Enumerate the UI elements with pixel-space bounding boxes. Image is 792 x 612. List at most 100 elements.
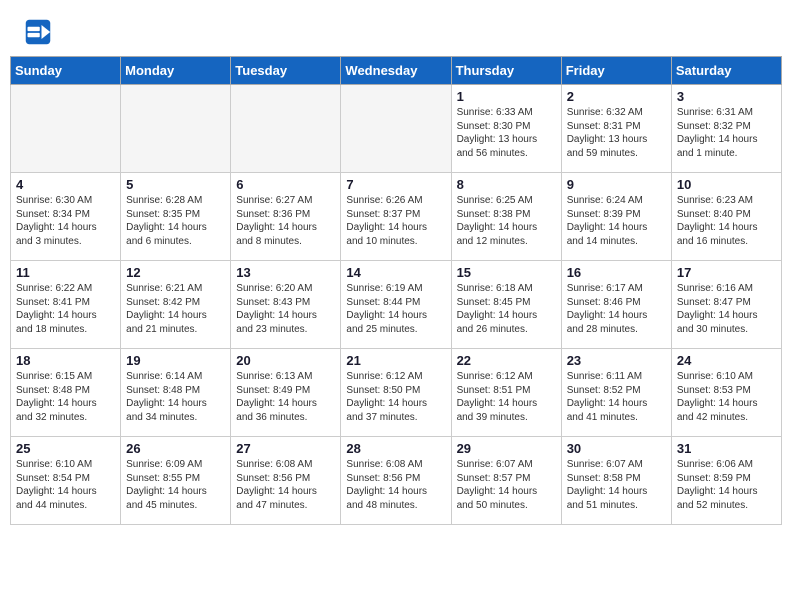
day-info: Sunrise: 6:21 AM Sunset: 8:42 PM Dayligh… (126, 282, 225, 336)
day-info: Sunrise: 6:33 AM Sunset: 8:30 PM Dayligh… (457, 106, 556, 160)
day-info: Sunrise: 6:12 AM Sunset: 8:51 PM Dayligh… (457, 370, 556, 424)
calendar-cell (341, 85, 451, 173)
day-info: Sunrise: 6:14 AM Sunset: 8:48 PM Dayligh… (126, 370, 225, 424)
weekday-header: Monday (121, 57, 231, 85)
calendar-cell: 2Sunrise: 6:32 AM Sunset: 8:31 PM Daylig… (561, 85, 671, 173)
calendar-cell: 14Sunrise: 6:19 AM Sunset: 8:44 PM Dayli… (341, 261, 451, 349)
calendar-cell (11, 85, 121, 173)
weekday-header: Tuesday (231, 57, 341, 85)
day-info: Sunrise: 6:08 AM Sunset: 8:56 PM Dayligh… (236, 458, 335, 512)
calendar-cell: 6 Sunrise: 6:27 AM Sunset: 8:36 PM Daylig… (231, 173, 341, 261)
day-number: 30 (567, 441, 666, 456)
day-info: Sunrise: 6:30 AM Sunset: 8:34 PM Dayligh… (16, 194, 115, 248)
calendar-cell: 29 Sunrise: 6:07 AM Sunset: 8:57 PM Dayli… (451, 437, 561, 525)
day-info: Sunrise: 6:27 AM Sunset: 8:36 PM Dayligh… (236, 194, 335, 248)
calendar-cell: 19 Sunrise: 6:14 AM Sunset: 8:48 PM Dayli… (121, 349, 231, 437)
day-number: 21 (346, 353, 445, 368)
calendar-cell: 12Sunrise: 6:21 AM Sunset: 8:42 PM Dayli… (121, 261, 231, 349)
logo-icon (24, 18, 52, 46)
weekday-header: Thursday (451, 57, 561, 85)
day-number: 1 (457, 89, 556, 104)
day-info: Sunrise: 6:22 AM Sunset: 8:41 PM Dayligh… (16, 282, 115, 336)
calendar-cell: 23Sunrise: 6:11 AM Sunset: 8:52 PM Dayli… (561, 349, 671, 437)
day-info: Sunrise: 6:17 AM Sunset: 8:46 PM Dayligh… (567, 282, 666, 336)
day-number: 4 (16, 177, 115, 192)
calendar-cell: 18 Sunrise: 6:15 AM Sunset: 8:48 PM Dayli… (11, 349, 121, 437)
calendar-cell: 5Sunrise: 6:28 AM Sunset: 8:35 PM Daylig… (121, 173, 231, 261)
calendar-cell: 22 Sunrise: 6:12 AM Sunset: 8:51 PM Dayli… (451, 349, 561, 437)
day-number: 15 (457, 265, 556, 280)
calendar-body: 1 Sunrise: 6:33 AM Sunset: 8:30 PM Daylig… (11, 85, 782, 525)
day-info: Sunrise: 6:10 AM Sunset: 8:53 PM Dayligh… (677, 370, 776, 424)
day-info: Sunrise: 6:10 AM Sunset: 8:54 PM Dayligh… (16, 458, 115, 512)
calendar-cell: 1 Sunrise: 6:33 AM Sunset: 8:30 PM Daylig… (451, 85, 561, 173)
calendar-cell (121, 85, 231, 173)
day-info: Sunrise: 6:07 AM Sunset: 8:57 PM Dayligh… (457, 458, 556, 512)
calendar-cell: 4 Sunrise: 6:30 AM Sunset: 8:34 PM Daylig… (11, 173, 121, 261)
weekday-header: Saturday (671, 57, 781, 85)
day-number: 8 (457, 177, 556, 192)
weekday-header: Wednesday (341, 57, 451, 85)
day-info: Sunrise: 6:13 AM Sunset: 8:49 PM Dayligh… (236, 370, 335, 424)
page-header (0, 0, 792, 56)
day-number: 24 (677, 353, 776, 368)
calendar-cell: 16 Sunrise: 6:17 AM Sunset: 8:46 PM Dayli… (561, 261, 671, 349)
day-info: Sunrise: 6:07 AM Sunset: 8:58 PM Dayligh… (567, 458, 666, 512)
calendar-cell: 25 Sunrise: 6:10 AM Sunset: 8:54 PM Dayli… (11, 437, 121, 525)
day-number: 17 (677, 265, 776, 280)
day-info: Sunrise: 6:16 AM Sunset: 8:47 PM Dayligh… (677, 282, 776, 336)
calendar-cell: 31Sunrise: 6:06 AM Sunset: 8:59 PM Dayli… (671, 437, 781, 525)
day-number: 3 (677, 89, 776, 104)
day-info: Sunrise: 6:09 AM Sunset: 8:55 PM Dayligh… (126, 458, 225, 512)
day-number: 9 (567, 177, 666, 192)
weekday-row: SundayMondayTuesdayWednesdayThursdayFrid… (11, 57, 782, 85)
calendar-week-row: 1 Sunrise: 6:33 AM Sunset: 8:30 PM Daylig… (11, 85, 782, 173)
day-info: Sunrise: 6:20 AM Sunset: 8:43 PM Dayligh… (236, 282, 335, 336)
day-info: Sunrise: 6:23 AM Sunset: 8:40 PM Dayligh… (677, 194, 776, 248)
calendar-cell: 11 Sunrise: 6:22 AM Sunset: 8:41 PM Dayli… (11, 261, 121, 349)
day-info: Sunrise: 6:06 AM Sunset: 8:59 PM Dayligh… (677, 458, 776, 512)
calendar-cell: 13Sunrise: 6:20 AM Sunset: 8:43 PM Dayli… (231, 261, 341, 349)
day-number: 16 (567, 265, 666, 280)
calendar-cell (231, 85, 341, 173)
day-info: Sunrise: 6:24 AM Sunset: 8:39 PM Dayligh… (567, 194, 666, 248)
day-info: Sunrise: 6:15 AM Sunset: 8:48 PM Dayligh… (16, 370, 115, 424)
day-number: 20 (236, 353, 335, 368)
day-number: 19 (126, 353, 225, 368)
day-number: 26 (126, 441, 225, 456)
day-info: Sunrise: 6:32 AM Sunset: 8:31 PM Dayligh… (567, 106, 666, 160)
calendar-header: SundayMondayTuesdayWednesdayThursdayFrid… (11, 57, 782, 85)
day-number: 29 (457, 441, 556, 456)
calendar-cell: 30 Sunrise: 6:07 AM Sunset: 8:58 PM Dayli… (561, 437, 671, 525)
day-info: Sunrise: 6:26 AM Sunset: 8:37 PM Dayligh… (346, 194, 445, 248)
calendar-cell: 20 Sunrise: 6:13 AM Sunset: 8:49 PM Dayli… (231, 349, 341, 437)
day-info: Sunrise: 6:25 AM Sunset: 8:38 PM Dayligh… (457, 194, 556, 248)
calendar-table: SundayMondayTuesdayWednesdayThursdayFrid… (10, 56, 782, 525)
day-number: 5 (126, 177, 225, 192)
calendar-week-row: 11 Sunrise: 6:22 AM Sunset: 8:41 PM Dayli… (11, 261, 782, 349)
day-number: 23 (567, 353, 666, 368)
calendar-wrapper: SundayMondayTuesdayWednesdayThursdayFrid… (0, 56, 792, 535)
calendar-cell: 21Sunrise: 6:12 AM Sunset: 8:50 PM Dayli… (341, 349, 451, 437)
day-number: 28 (346, 441, 445, 456)
calendar-week-row: 18 Sunrise: 6:15 AM Sunset: 8:48 PM Dayli… (11, 349, 782, 437)
calendar-week-row: 25 Sunrise: 6:10 AM Sunset: 8:54 PM Dayli… (11, 437, 782, 525)
day-info: Sunrise: 6:18 AM Sunset: 8:45 PM Dayligh… (457, 282, 556, 336)
day-number: 6 (236, 177, 335, 192)
weekday-header: Sunday (11, 57, 121, 85)
calendar-cell: 7Sunrise: 6:26 AM Sunset: 8:37 PM Daylig… (341, 173, 451, 261)
day-number: 25 (16, 441, 115, 456)
day-number: 22 (457, 353, 556, 368)
weekday-header: Friday (561, 57, 671, 85)
calendar-week-row: 4 Sunrise: 6:30 AM Sunset: 8:34 PM Daylig… (11, 173, 782, 261)
logo (24, 18, 56, 46)
day-number: 11 (16, 265, 115, 280)
calendar-cell: 27Sunrise: 6:08 AM Sunset: 8:56 PM Dayli… (231, 437, 341, 525)
day-number: 18 (16, 353, 115, 368)
calendar-cell: 26 Sunrise: 6:09 AM Sunset: 8:55 PM Dayli… (121, 437, 231, 525)
calendar-cell: 3Sunrise: 6:31 AM Sunset: 8:32 PM Daylig… (671, 85, 781, 173)
calendar-cell: 17 Sunrise: 6:16 AM Sunset: 8:47 PM Dayli… (671, 261, 781, 349)
calendar-cell: 9 Sunrise: 6:24 AM Sunset: 8:39 PM Daylig… (561, 173, 671, 261)
calendar-cell: 28Sunrise: 6:08 AM Sunset: 8:56 PM Dayli… (341, 437, 451, 525)
day-info: Sunrise: 6:19 AM Sunset: 8:44 PM Dayligh… (346, 282, 445, 336)
